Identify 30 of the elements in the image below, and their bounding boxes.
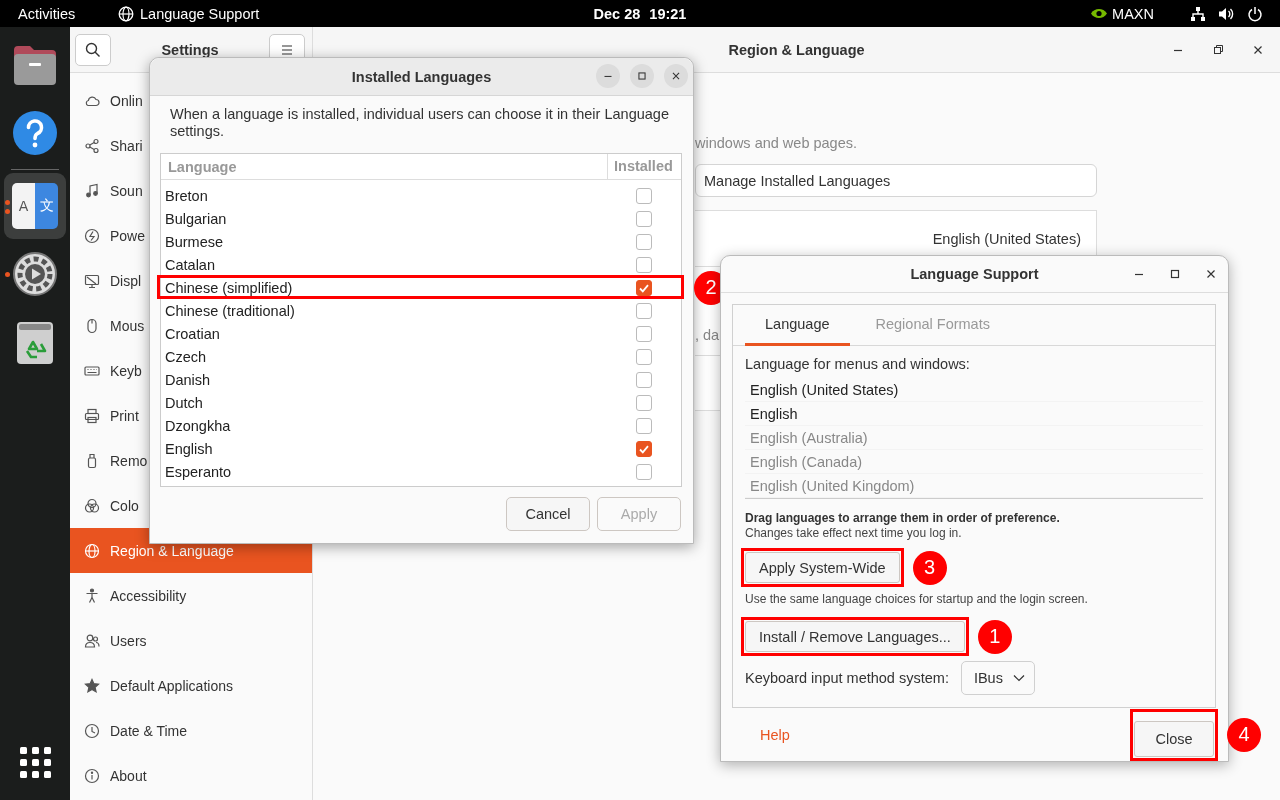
drag-hint: Drag languages to arrange them in order of preference.	[745, 511, 1060, 525]
dialog-title: Installed Languages	[351, 68, 492, 85]
language-name: Catalan	[164, 256, 216, 273]
column-header: Language	[167, 158, 238, 175]
language-name: Danish	[164, 371, 212, 388]
language-value: English (United States)	[932, 230, 1081, 247]
dialog-title: Language Support	[910, 266, 1039, 282]
language-name: Esperanto	[164, 463, 233, 480]
language-name: Burmese	[164, 233, 225, 250]
language-name: Breton	[164, 187, 209, 204]
page-title: Region & Language	[728, 41, 865, 58]
language-name: Dutch	[164, 394, 204, 411]
callout-badge: 1	[977, 619, 1012, 654]
language-name: Chinese (simplified)	[164, 279, 294, 296]
formats-text-fragment: , da	[695, 327, 720, 343]
language-name: Croatian	[164, 325, 221, 342]
language-name: English	[164, 440, 214, 457]
sidebar-title: Settings	[161, 41, 219, 58]
dialog-description: When a language is installed, individual users can choose it in their Language settings.	[170, 106, 670, 141]
column-header: Installed	[607, 154, 681, 179]
apply-note: Use the same language choices for startup and the login screen.	[745, 592, 1088, 606]
language-name: Chinese (traditional)	[164, 302, 296, 319]
section-description: windows and web pages.	[695, 135, 859, 151]
list-label: Language for menus and windows:	[745, 356, 970, 373]
language-name: Czech	[164, 348, 208, 365]
callout-badge: 3	[912, 550, 947, 585]
input-method-label: Keyboard input method system:	[745, 670, 949, 686]
language-name: Dzongkha	[164, 417, 232, 434]
language-name: Bulgarian	[164, 210, 228, 227]
drag-note: Changes take effect next time you log in.	[745, 526, 962, 540]
